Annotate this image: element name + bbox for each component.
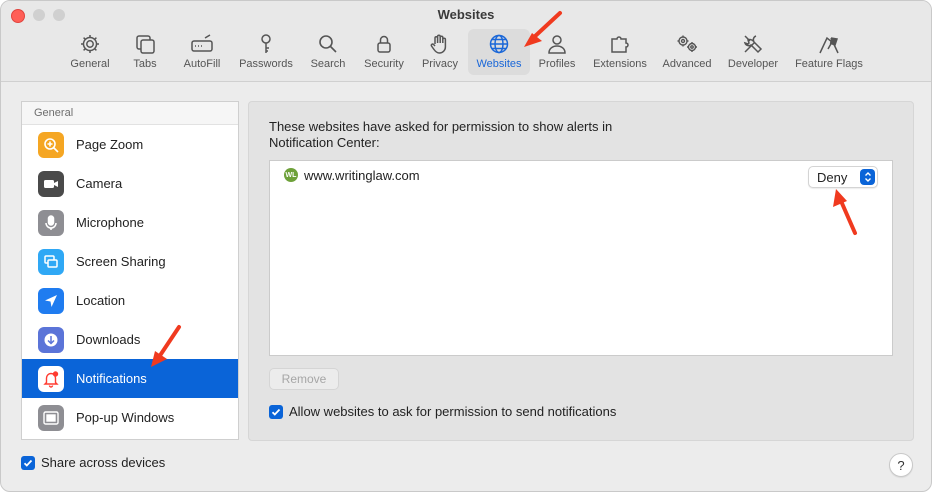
toolbar-label: Websites — [476, 58, 522, 70]
zoom-icon — [38, 131, 64, 158]
tabs-icon — [136, 35, 155, 54]
checkmark-icon — [23, 459, 33, 467]
website-list[interactable]: WL www.writinglaw.com Deny — [269, 160, 893, 356]
microphone-icon — [38, 209, 64, 236]
screen-sharing-icon — [38, 248, 64, 275]
toolbar-tabs[interactable]: Tabs — [125, 29, 165, 75]
permission-select[interactable]: Deny — [808, 166, 878, 188]
share-across-devices-row: Share across devices — [21, 455, 165, 470]
search-icon — [319, 35, 337, 53]
toolbar-privacy[interactable]: Privacy — [417, 29, 463, 75]
permissions-sidebar: General Page Zoom Camera Microphone Scre… — [21, 101, 239, 440]
share-across-devices-checkbox[interactable] — [21, 455, 35, 470]
toolbar-label: Privacy — [421, 58, 459, 70]
toolbar-security[interactable]: Security — [359, 29, 409, 75]
toolbar-passwords[interactable]: Passwords — [235, 29, 297, 75]
sidebar-item-label: Microphone — [76, 215, 144, 230]
sidebar-item-notifications[interactable]: Notifications — [22, 359, 238, 398]
sidebar-item-label: Camera — [76, 176, 123, 191]
globe-icon — [489, 34, 509, 54]
sidebar-item-label: Location — [76, 293, 126, 308]
puzzle-icon — [611, 36, 629, 53]
flags-icon — [819, 36, 839, 54]
toolbar-advanced[interactable]: Advanced — [659, 29, 715, 75]
gears-icon — [677, 35, 697, 52]
toolbar-feature-flags[interactable]: Feature Flags — [791, 29, 867, 75]
toolbar-websites[interactable]: Websites — [468, 29, 530, 75]
sidebar-item-downloads[interactable]: Downloads — [22, 320, 238, 359]
sidebar-item-microphone[interactable]: Microphone — [22, 203, 238, 242]
checkmark-icon — [271, 408, 281, 416]
toolbar-label: Tabs — [133, 58, 157, 70]
downloads-icon — [38, 326, 64, 353]
bell-icon — [38, 365, 64, 392]
toolbar-label: Passwords — [239, 58, 293, 70]
toolbar-label: AutoFill — [183, 58, 221, 70]
camera-icon — [38, 170, 64, 197]
toolbar-profiles[interactable]: Profiles — [535, 29, 579, 75]
sidebar-item-screen-sharing[interactable]: Screen Sharing — [22, 242, 238, 281]
sidebar-item-label: Pop-up Windows — [76, 410, 175, 425]
share-across-devices-label: Share across devices — [41, 455, 166, 470]
permission-select-value: Deny — [817, 169, 848, 185]
tools-icon — [743, 35, 763, 54]
lock-icon — [377, 35, 391, 53]
site-domain: www.writinglaw.com — [304, 167, 420, 183]
toolbar-search[interactable]: Search — [306, 29, 350, 75]
help-button[interactable]: ? — [889, 453, 913, 477]
site-favicon: WL — [284, 168, 298, 182]
person-icon — [548, 35, 566, 54]
panel-description: These websites have asked for permission… — [269, 119, 613, 150]
window-title: Websites — [437, 7, 495, 22]
allow-requests-checkbox[interactable] — [269, 404, 283, 419]
sidebar-item-page-zoom[interactable]: Page Zoom — [22, 125, 238, 164]
list-item[interactable]: WL www.writinglaw.com Deny — [270, 163, 892, 188]
toolbar-developer[interactable]: Developer — [723, 29, 783, 75]
allow-requests-label: Allow websites to ask for permission to … — [289, 404, 617, 419]
sidebar-item-camera[interactable]: Camera — [22, 164, 238, 203]
safari-settings-window: Websites General Tabs AutoFill Passwords… — [0, 0, 932, 492]
key-icon — [261, 34, 271, 53]
toolbar-autofill[interactable]: AutoFill — [177, 29, 227, 75]
sidebar-item-label: Notifications — [76, 371, 147, 386]
gear-icon — [81, 35, 99, 53]
toolbar-label: Security — [364, 58, 404, 70]
notifications-panel: These websites have asked for permission… — [248, 101, 914, 441]
toolbar-extensions[interactable]: Extensions — [589, 29, 651, 75]
sidebar-header: General — [22, 102, 238, 125]
title-bar: Websites General Tabs AutoFill Passwords… — [1, 1, 931, 82]
sidebar-item-label: Downloads — [76, 332, 141, 347]
allow-requests-row: Allow websites to ask for permission to … — [269, 404, 616, 419]
toolbar-label: Advanced — [662, 58, 712, 70]
toolbar-label: Developer — [727, 58, 779, 70]
sidebar-item-popup-windows[interactable]: Pop-up Windows — [22, 398, 238, 437]
remove-button[interactable]: Remove — [269, 368, 339, 390]
hand-icon — [430, 34, 447, 54]
toolbar-label: General — [70, 58, 110, 70]
toolbar-label: Feature Flags — [795, 58, 863, 70]
toolbar-label: Search — [310, 58, 346, 70]
sidebar-item-location[interactable]: Location — [22, 281, 238, 320]
popup-icon — [38, 404, 64, 431]
sidebar-item-label: Page Zoom — [76, 137, 144, 152]
toolbar-general[interactable]: General — [63, 29, 117, 75]
toolbar-label: Extensions — [593, 58, 647, 70]
toolbar-label: Profiles — [538, 58, 576, 70]
sidebar-item-label: Screen Sharing — [76, 254, 166, 269]
autofill-icon — [191, 34, 213, 52]
chevron-up-down-icon — [860, 169, 875, 185]
location-icon — [38, 287, 64, 314]
